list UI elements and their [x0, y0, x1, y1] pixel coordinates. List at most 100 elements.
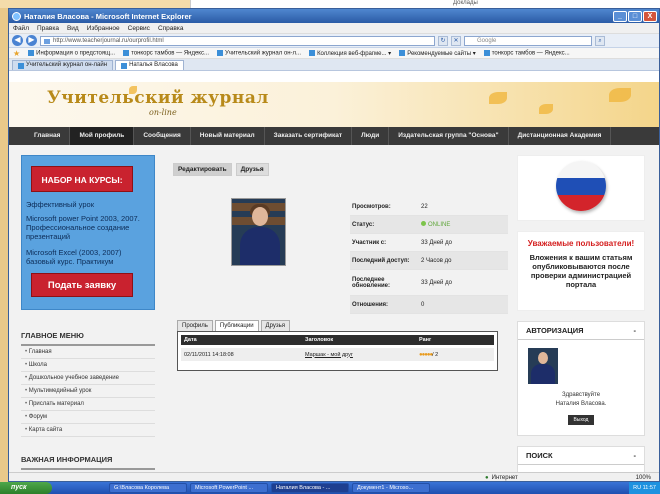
- table-row: 02/11/2011 14:18:08 Маршак - мой друг ●●…: [181, 348, 494, 361]
- edit-profile-tab[interactable]: Редактировать: [173, 163, 232, 176]
- start-button[interactable]: пуск: [0, 482, 52, 494]
- browser-tab-bar: Учительский журнал он-лайн Наталья Власо…: [9, 59, 659, 71]
- menu-file[interactable]: Файл: [13, 25, 29, 32]
- page-icon: [121, 62, 128, 69]
- site-header: Учительский журнал on-line: [9, 82, 659, 127]
- page-icon: [18, 62, 24, 69]
- menu-link[interactable]: Форум: [21, 411, 155, 424]
- nav-home[interactable]: Главная: [25, 127, 71, 145]
- auth-box: АВТОРИЗАЦИЯ - Здравствуйте Наталия Власов…: [517, 321, 645, 436]
- address-input[interactable]: http://www.teacherjournal.ru/ourprofil.h…: [40, 35, 435, 46]
- flag-widget: [517, 155, 645, 221]
- taskbar-folder[interactable]: G:\Власова Королева: [109, 483, 187, 493]
- fav-item[interactable]: Рекомендуемые сайты ▾: [399, 49, 476, 57]
- desktop-background: [0, 0, 190, 8]
- nav-new-material[interactable]: Новый материал: [191, 127, 265, 145]
- search-input[interactable]: Google: [464, 35, 592, 46]
- menu-edit[interactable]: Правка: [37, 25, 59, 32]
- info-row-views: Просмотров: 22: [350, 198, 508, 216]
- taskbar-ie[interactable]: Наталия Власова - ...: [271, 483, 349, 493]
- russian-flag-icon: [556, 161, 606, 211]
- ie-icon: [12, 11, 21, 21]
- favorites-star-icon[interactable]: ★: [13, 49, 20, 58]
- globe-icon: ●: [485, 474, 489, 481]
- logout-button[interactable]: Выход: [568, 415, 594, 425]
- menu-help[interactable]: Справка: [158, 25, 184, 32]
- menu-link[interactable]: Главная: [21, 346, 155, 359]
- minimize-button[interactable]: _: [613, 10, 627, 22]
- banner-line: Эффективный урок: [26, 200, 94, 209]
- main-menu: Главная Школа Дошкольное учебное заведен…: [21, 346, 155, 437]
- menu-link[interactable]: Прислать материал: [21, 398, 155, 411]
- fav-item[interactable]: Учительский журнал он-л...: [217, 49, 301, 56]
- menu-tools[interactable]: Сервис: [128, 25, 150, 32]
- favorites-bar: ★ Информация о предстоящ... тонкорс тамб…: [9, 48, 659, 59]
- greeting: Здравствуйте Наталия Власова.: [518, 391, 644, 409]
- profile-main: Редактировать Друзья Просмотров: 22 Стат…: [173, 155, 508, 371]
- nav-people[interactable]: Люди: [352, 127, 390, 145]
- title-bar: Наталия Власова - Microsoft Internet Exp…: [9, 9, 659, 23]
- menu-link[interactable]: Школа: [21, 359, 155, 372]
- fav-item[interactable]: Коллекция веб-фрагме... ▾: [309, 49, 391, 57]
- leaf-decoration: [609, 88, 631, 102]
- site-logo-sub: on-line: [149, 108, 177, 117]
- fav-item[interactable]: тонкорс тамбов — Яндекс...: [123, 49, 209, 56]
- search-heading: ПОИСК -: [518, 447, 644, 465]
- menu-link[interactable]: Карта сайта: [21, 424, 155, 437]
- face: [538, 352, 548, 364]
- fav-item[interactable]: Информация о предстоящ...: [28, 49, 115, 56]
- nav-my-profile[interactable]: Мой профиль: [70, 127, 135, 145]
- menu-favorites[interactable]: Избранное: [87, 25, 120, 32]
- face: [252, 207, 268, 226]
- publication-link[interactable]: Маршак - мой друг: [305, 352, 419, 358]
- menu-bar: Файл Правка Вид Избранное Сервис Справка: [9, 23, 659, 34]
- friends-tab[interactable]: Друзья: [235, 163, 269, 176]
- notice-title: Уважаемые пользователи!: [527, 239, 635, 248]
- nav-publishing-group[interactable]: Издательская группа "Основа": [389, 127, 509, 145]
- close-button[interactable]: X: [643, 10, 657, 22]
- browser-tab-active[interactable]: Наталья Власова: [115, 60, 184, 70]
- zone-label: Интернет: [491, 474, 518, 481]
- page-viewport: Учительский журнал on-line Главная Мой п…: [9, 82, 659, 472]
- nav-distance-academy[interactable]: Дистанционная Академия: [509, 127, 612, 145]
- browser-window: Наталия Власова - Microsoft Internet Exp…: [8, 8, 660, 482]
- profile-info-table: Просмотров: 22 Статус: ONLINE Участник с…: [350, 198, 508, 314]
- back-icon[interactable]: ◀: [12, 35, 23, 46]
- menu-link[interactable]: Дошкольное учебное заведение: [21, 372, 155, 385]
- menu-view[interactable]: Вид: [67, 25, 79, 32]
- language-indicator[interactable]: RU: [633, 485, 641, 491]
- banner-line: Microsoft Excel (2003, 2007) базовый кур…: [26, 248, 122, 266]
- search-icon[interactable]: ⌕: [595, 35, 605, 46]
- leaf-decoration: [539, 104, 553, 114]
- fav-item[interactable]: тонкорс тамбов — Яндекс...: [483, 49, 570, 56]
- rating-stars-icon: ●●●●●: [419, 351, 433, 358]
- forward-icon[interactable]: ▶: [26, 35, 37, 46]
- site-nav: Главная Мой профиль Сообщения Новый мате…: [9, 127, 659, 145]
- site-logo[interactable]: Учительский журнал: [47, 88, 269, 108]
- window-title: Наталия Власова - Microsoft Internet Exp…: [24, 11, 192, 21]
- page-icon: [28, 49, 35, 56]
- collapse-icon[interactable]: -: [634, 451, 637, 460]
- stop-icon[interactable]: ✕: [451, 35, 461, 46]
- background-doc-text: Доклады: [453, 0, 478, 6]
- profile-photo: [231, 198, 286, 266]
- nav-order-certificate[interactable]: Заказать сертификат: [265, 127, 353, 145]
- courses-banner[interactable]: НАБОР НА КУРСЫ: Эффективный урок Microso…: [21, 155, 155, 310]
- taskbar-word[interactable]: Документ1 - Microso...: [352, 483, 430, 493]
- nav-messages[interactable]: Сообщения: [134, 127, 191, 145]
- browser-tab[interactable]: Учительский журнал он-лайн: [12, 60, 114, 70]
- apply-button[interactable]: Подать заявку: [31, 273, 133, 297]
- taskbar-powerpoint[interactable]: Microsoft PowerPoint ...: [190, 483, 268, 493]
- page-icon: [217, 49, 223, 56]
- page-icon: [309, 49, 316, 56]
- collapse-icon[interactable]: -: [634, 326, 637, 335]
- taskbar: пуск G:\Власова Королева Microsoft Power…: [0, 482, 660, 494]
- address-bar: ◀ ▶ http://www.teacherjournal.ru/ourprof…: [9, 34, 659, 48]
- refresh-icon[interactable]: ↻: [438, 35, 448, 46]
- background-document: Доклады: [190, 0, 660, 8]
- info-row-status: Статус: ONLINE: [350, 216, 508, 234]
- notice-box: Уважаемые пользователи! Вложения к вашим…: [517, 231, 645, 311]
- menu-link[interactable]: Мультимедийный урок: [21, 385, 155, 398]
- maximize-button[interactable]: □: [628, 10, 642, 22]
- zoom-level[interactable]: 100%: [636, 475, 651, 481]
